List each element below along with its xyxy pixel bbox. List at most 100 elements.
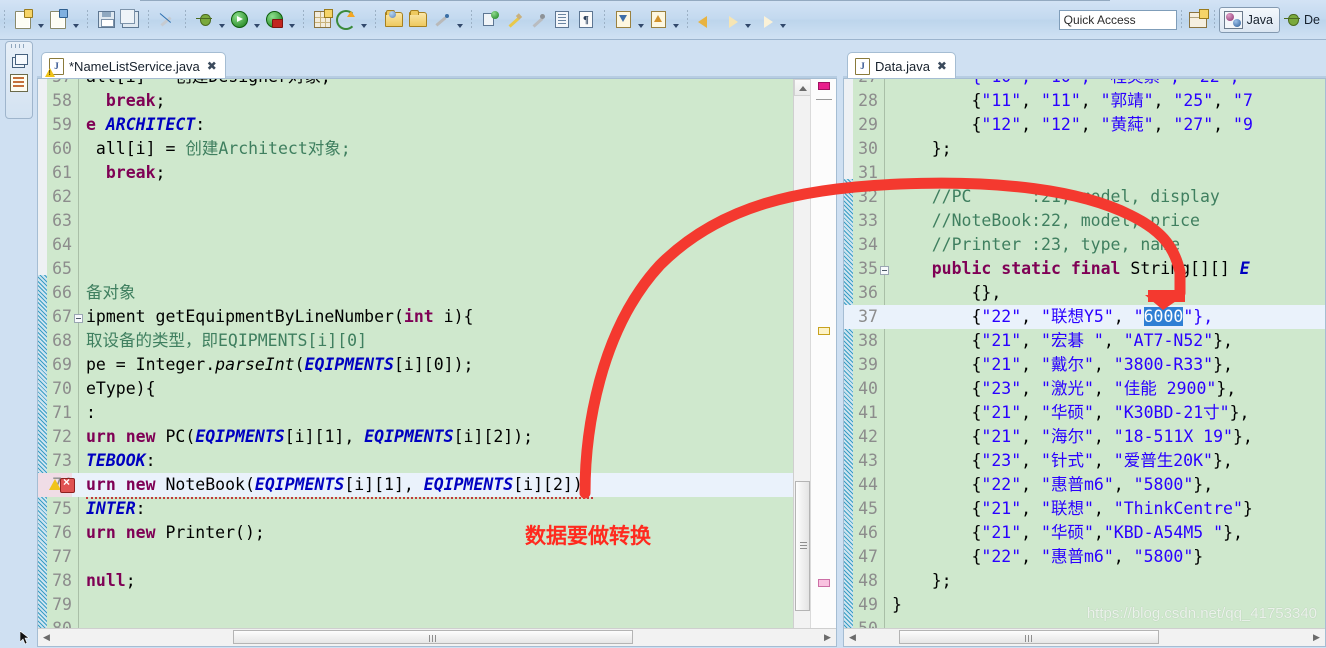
code-area-left[interactable]: 57all[i] = 创建Designer对象;58 break;59e ARC…	[37, 78, 837, 647]
view-stack-handle[interactable]	[11, 44, 27, 48]
new-wizard-button[interactable]	[11, 8, 35, 32]
vertical-scroll-thumb[interactable]	[795, 481, 810, 611]
last-edit-button[interactable]	[753, 8, 777, 32]
tab-data-java[interactable]: J Data.java ✖	[847, 52, 956, 79]
code-line[interactable]: 73 TEBOOK:	[38, 449, 836, 473]
outline-view-icon[interactable]	[10, 74, 28, 92]
quick-access-input[interactable]: Quick Access	[1058, 9, 1177, 30]
close-icon[interactable]: ✖	[937, 59, 947, 73]
overview-marker-error[interactable]	[818, 82, 830, 90]
debug-button[interactable]	[192, 8, 216, 32]
code-line[interactable]: 72 urn new PC(EQIPMENTS[i][1], EQIPMENTS[…	[38, 425, 836, 449]
code-line[interactable]: 61 break;	[38, 161, 836, 185]
code-line[interactable]: 59 e ARCHITECT:	[38, 113, 836, 137]
forward-button[interactable]	[718, 8, 742, 32]
perspective-debug[interactable]: De	[1280, 8, 1326, 32]
code-line[interactable]: 57 all[i] = 创建Designer对象;	[38, 79, 836, 89]
code-line[interactable]: 44 {"22", "惠普m6", "5800"},	[844, 473, 1325, 497]
horizontal-scrollbar-left[interactable]: ◀ ▶	[38, 628, 836, 646]
vertical-scrollbar-left[interactable]	[793, 79, 811, 646]
code-line[interactable]: 37 {"22", "联想Y5", "6000"},	[844, 305, 1325, 329]
save-button[interactable]	[94, 8, 118, 32]
open-type-button[interactable]	[382, 8, 406, 32]
code-line[interactable]: 43 {"23", "针式", "爱普生20K"},	[844, 449, 1325, 473]
back-button[interactable]	[694, 8, 718, 32]
horizontal-scroll-thumb[interactable]	[899, 630, 1159, 644]
scroll-right-button[interactable]: ▶	[1308, 629, 1325, 645]
next-annotation-button[interactable]	[611, 8, 635, 32]
error-marker-icon[interactable]	[60, 475, 75, 493]
code-line[interactable]: 76 urn new Printer();	[38, 521, 836, 545]
scroll-right-button[interactable]: ▶	[819, 629, 836, 645]
code-line[interactable]: 31	[844, 161, 1325, 185]
save-all-button[interactable]	[118, 8, 142, 32]
overview-marker-warning[interactable]	[818, 327, 830, 335]
code-line[interactable]: 48 };	[844, 569, 1325, 593]
overview-ruler-left[interactable]	[810, 79, 836, 646]
code-line[interactable]: 66 备对象	[38, 281, 836, 305]
run-dropdown[interactable]	[251, 6, 262, 34]
code-line[interactable]: 33 //NoteBook:22, model, price	[844, 209, 1325, 233]
scroll-left-button[interactable]: ◀	[844, 629, 861, 645]
scroll-left-button[interactable]: ◀	[38, 629, 55, 645]
close-icon[interactable]: ✖	[207, 59, 217, 73]
horizontal-scroll-thumb[interactable]	[233, 630, 633, 644]
edit-button[interactable]	[430, 8, 454, 32]
new-java-class-dropdown[interactable]	[70, 6, 81, 34]
brush-button[interactable]	[502, 8, 526, 32]
code-line[interactable]: 68 取设备的类型，即EQIPMENTS[i][0]	[38, 329, 836, 353]
open-perspective-button[interactable]	[1186, 8, 1210, 32]
code-line[interactable]: 64	[38, 233, 836, 257]
tab-name-list-service[interactable]: J *NameListService.java ✖	[41, 52, 226, 79]
code-line[interactable]: 42 {"21", "海尔", "18-511X 19"},	[844, 425, 1325, 449]
brush-gray-button[interactable]	[526, 8, 550, 32]
code-line[interactable]: 70 eType){	[38, 377, 836, 401]
new-java-class-button[interactable]	[46, 8, 70, 32]
next-annotation-dropdown[interactable]	[635, 6, 646, 34]
debug-dropdown[interactable]	[216, 6, 227, 34]
code-line[interactable]: 47 {"22", "惠普m6", "5800"}	[844, 545, 1325, 569]
last-edit-dropdown[interactable]	[777, 6, 788, 34]
code-line[interactable]: 58 break;	[38, 89, 836, 113]
fold-collapse-icon[interactable]	[74, 314, 83, 323]
code-line[interactable]: 79	[38, 593, 836, 617]
refresh-button[interactable]	[334, 8, 358, 32]
code-line[interactable]: 40 {"23", "激光", "佳能 2900"},	[844, 377, 1325, 401]
code-line[interactable]: 65	[38, 257, 836, 281]
paragraph-marks-button[interactable]: ¶	[574, 8, 598, 32]
code-line[interactable]: 32 //PC :21, model, display	[844, 185, 1325, 209]
horizontal-scrollbar-right[interactable]: ◀ ▶	[844, 628, 1325, 646]
code-line[interactable]: 63	[38, 209, 836, 233]
toggle-edit-button[interactable]	[155, 8, 179, 32]
code-line[interactable]: 35 public static final String[][] E	[844, 257, 1325, 281]
code-line[interactable]: 38 {"21", "宏碁 ", "AT7-N52"},	[844, 329, 1325, 353]
code-line[interactable]: 74urn new NoteBook(EQIPMENTS[i][1], EQIP…	[38, 473, 836, 499]
new-java-project-button[interactable]	[310, 8, 334, 32]
code-line[interactable]: 46 {"21", "华硕","KBD-A54M5 "},	[844, 521, 1325, 545]
code-line[interactable]: 75 INTER:	[38, 497, 836, 521]
run-external-dropdown[interactable]	[286, 6, 297, 34]
fold-collapse-icon[interactable]	[880, 266, 889, 275]
search-button[interactable]	[478, 8, 502, 32]
code-line[interactable]: 29 {"12", "12", "黄蒓", "27", "9	[844, 113, 1325, 137]
refresh-dropdown[interactable]	[358, 6, 369, 34]
show-whitespace-button[interactable]	[550, 8, 574, 32]
perspective-java[interactable]: Java	[1218, 6, 1281, 33]
code-line[interactable]: 69 pe = Integer.parseInt(EQIPMENTS[i][0])…	[38, 353, 836, 377]
code-line[interactable]: 60 all[i] = 创建Architect对象;	[38, 137, 836, 161]
previous-annotation-dropdown[interactable]	[670, 6, 681, 34]
code-line[interactable]: 27 {"10", "10", "程灵素", "22",	[844, 79, 1325, 89]
run-external-tools-button[interactable]	[262, 8, 286, 32]
overview-marker-occurrence[interactable]	[818, 579, 830, 587]
code-line[interactable]: 34 //Printer :23, type, name	[844, 233, 1325, 257]
scroll-up-button[interactable]	[794, 79, 811, 96]
code-line[interactable]: 77	[38, 545, 836, 569]
code-line[interactable]: 45 {"21", "联想", "ThinkCentre"}	[844, 497, 1325, 521]
previous-annotation-button[interactable]	[646, 8, 670, 32]
run-button[interactable]	[227, 8, 251, 32]
restore-view-icon[interactable]	[10, 52, 28, 70]
new-wizard-dropdown[interactable]	[35, 6, 46, 34]
code-line[interactable]: 41 {"21", "华硕", "K30BD-21寸"},	[844, 401, 1325, 425]
code-line[interactable]: 67 ipment getEquipmentByLineNumber(int i)…	[38, 305, 836, 329]
code-line[interactable]: 28 {"11", "11", "郭靖", "25", "7	[844, 89, 1325, 113]
